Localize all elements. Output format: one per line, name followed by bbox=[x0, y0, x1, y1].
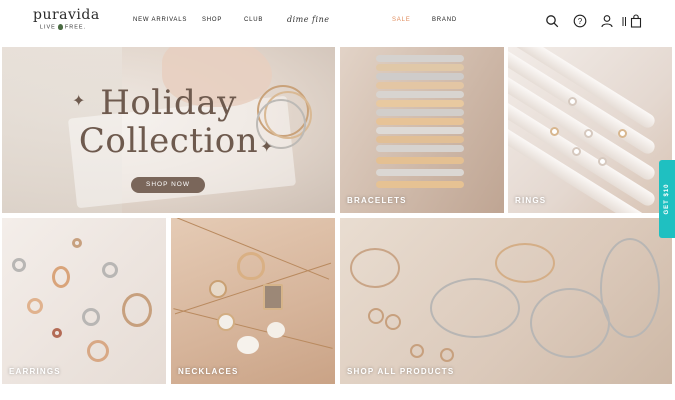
tag-pendant bbox=[263, 284, 283, 310]
category-label: SHOP ALL PRODUCTS bbox=[347, 367, 455, 376]
bracelet-strand bbox=[376, 64, 464, 71]
get-10-offer-tab[interactable]: GET $10 bbox=[659, 160, 675, 238]
initial-pendant bbox=[217, 313, 235, 331]
heart-pendant bbox=[237, 252, 265, 280]
bracelet-strand bbox=[376, 118, 464, 125]
pineapple-icon bbox=[57, 24, 63, 30]
account-icon[interactable] bbox=[600, 14, 614, 28]
bracelet-strand bbox=[376, 91, 464, 98]
bracelet bbox=[350, 248, 400, 288]
earring bbox=[27, 298, 43, 314]
wishlist-icon[interactable] bbox=[622, 14, 627, 28]
ring bbox=[598, 157, 607, 166]
earring bbox=[102, 262, 118, 278]
get-10-label: GET $10 bbox=[664, 183, 670, 215]
necklace bbox=[530, 288, 610, 358]
ring bbox=[368, 308, 384, 324]
coin-pendant bbox=[209, 280, 227, 298]
search-icon[interactable] bbox=[545, 14, 559, 28]
help-icon[interactable]: ? bbox=[573, 14, 587, 28]
earring bbox=[410, 344, 424, 358]
ring bbox=[572, 147, 581, 156]
bracelet-strand bbox=[376, 73, 464, 80]
category-rings[interactable]: RINGS bbox=[508, 47, 672, 213]
nav-new-arrivals[interactable]: NEW ARRIVALS bbox=[133, 17, 187, 23]
earring bbox=[82, 308, 100, 326]
ring bbox=[568, 97, 577, 106]
ring bbox=[584, 129, 593, 138]
hero-title-line1: Holiday bbox=[100, 83, 237, 123]
bracelet-strand bbox=[376, 82, 464, 89]
nav-brand[interactable]: BRAND bbox=[432, 17, 457, 23]
bracelet-strand bbox=[376, 127, 464, 134]
bracelet-strand bbox=[376, 109, 464, 116]
earring bbox=[52, 328, 62, 338]
necklace bbox=[600, 238, 660, 338]
bracelet-strand bbox=[376, 169, 464, 176]
bracelet-strand bbox=[376, 100, 464, 107]
ring bbox=[385, 314, 401, 330]
category-earrings[interactable]: EARRINGS bbox=[2, 218, 166, 384]
bracelet bbox=[430, 278, 520, 338]
earring bbox=[72, 238, 82, 248]
nav-shop[interactable]: SHOP bbox=[202, 17, 222, 23]
moon-pendant bbox=[267, 322, 285, 338]
category-necklaces[interactable]: NECKLACES bbox=[171, 218, 335, 384]
bracelet-strand bbox=[376, 181, 464, 188]
earring bbox=[122, 293, 152, 327]
svg-text:?: ? bbox=[578, 17, 583, 26]
earring bbox=[12, 258, 26, 272]
bracelet-strand bbox=[376, 145, 464, 152]
nav-dime-fine[interactable]: dime fine bbox=[287, 15, 329, 24]
bracelet-strand bbox=[376, 136, 464, 143]
earring bbox=[440, 348, 454, 362]
shop-now-button[interactable]: SHOP NOW bbox=[131, 177, 205, 193]
category-label: NECKLACES bbox=[178, 367, 239, 376]
bracelet bbox=[495, 243, 555, 283]
category-label: RINGS bbox=[515, 196, 547, 205]
category-label: BRACELETS bbox=[347, 196, 407, 205]
ring bbox=[550, 127, 559, 136]
hero-title-line2: Collection bbox=[78, 121, 259, 161]
brand-tagline: LIVE FREE. bbox=[33, 24, 93, 30]
bracelet-strand bbox=[376, 157, 464, 164]
moon-pendant bbox=[237, 336, 259, 354]
site-header: puravida LIVE FREE. NEW ARRIVALS SHOP CLU… bbox=[0, 0, 675, 44]
tagline-right: FREE. bbox=[64, 24, 87, 31]
category-label: EARRINGS bbox=[9, 367, 61, 376]
earring bbox=[52, 266, 70, 288]
brand-name: puravida bbox=[33, 7, 100, 23]
category-bracelets[interactable]: BRACELETS bbox=[340, 47, 504, 213]
bracelet-strand bbox=[376, 55, 464, 62]
nav-club[interactable]: CLUB bbox=[244, 17, 263, 23]
brand-logo[interactable]: puravida LIVE FREE. bbox=[33, 7, 100, 31]
nav-sale[interactable]: SALE bbox=[392, 17, 411, 23]
tagline-left: LIVE bbox=[39, 24, 56, 31]
category-shop-all[interactable]: SHOP ALL PRODUCTS bbox=[340, 218, 672, 384]
earring bbox=[87, 340, 109, 362]
bag-icon[interactable] bbox=[629, 14, 643, 28]
ring bbox=[618, 129, 627, 138]
